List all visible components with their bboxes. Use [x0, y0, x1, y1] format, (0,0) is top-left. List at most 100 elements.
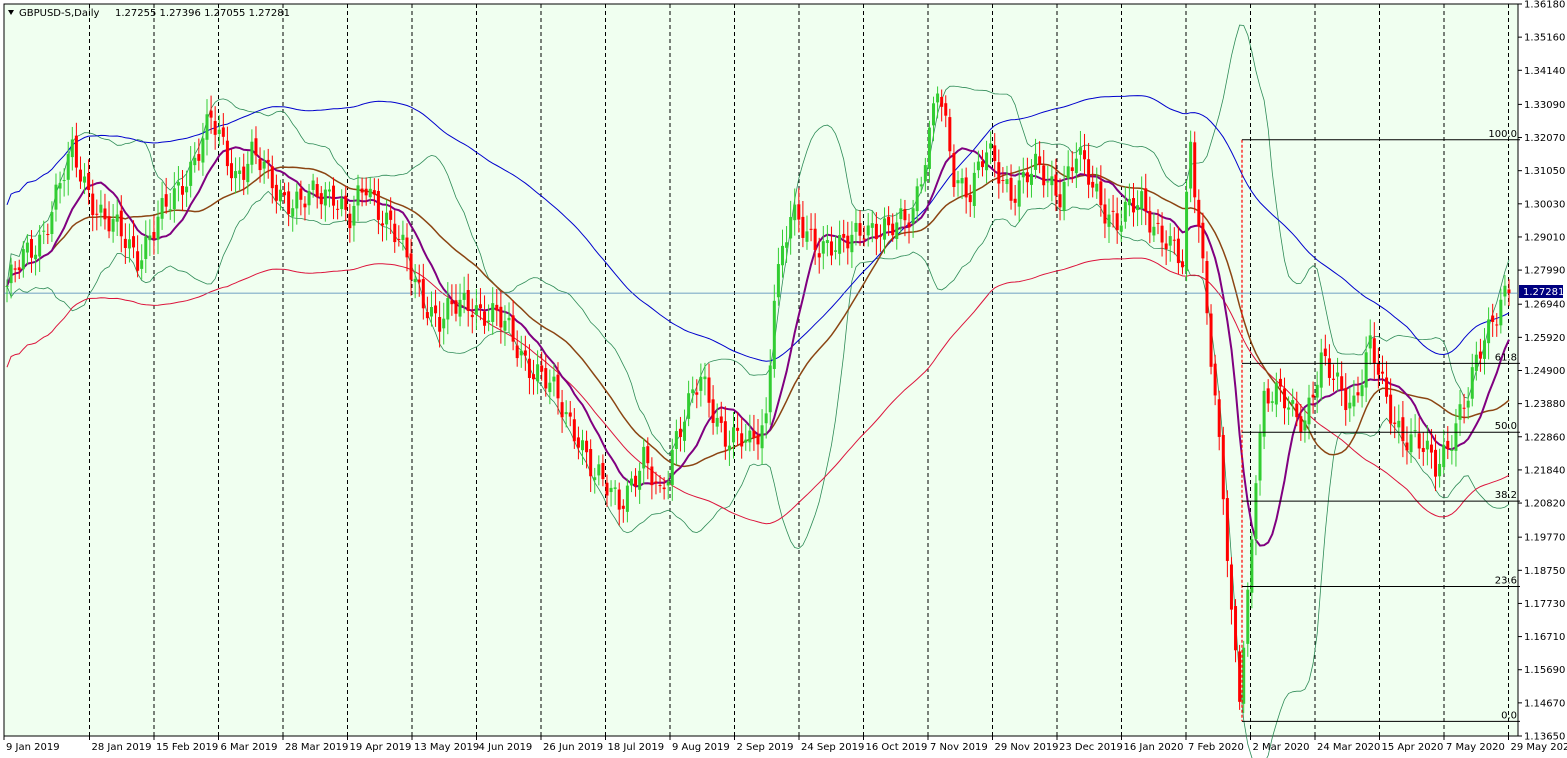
candle-body: [948, 117, 952, 152]
candle-body: [360, 188, 364, 193]
x-tick-label: 28 Mar 2019: [285, 742, 348, 753]
x-tick-label: 15 Apr 2020: [1382, 742, 1444, 753]
candle-body: [666, 481, 670, 486]
candle-body: [1217, 399, 1221, 437]
candle-body: [13, 268, 17, 270]
x-tick-label: 18 Jul 2019: [608, 742, 665, 753]
time-axis[interactable]: 9 Jan 2019 28 Jan 2019 15 Feb 2019 6 Mar 20…: [3, 736, 1567, 753]
candle-body: [123, 238, 127, 248]
candle-body: [478, 304, 482, 309]
candle-body: [1319, 352, 1323, 388]
candle-body: [1156, 222, 1160, 224]
candle-body: [1364, 352, 1368, 388]
candle-body: [797, 204, 801, 220]
candle-body: [976, 161, 980, 171]
candle-body: [1017, 180, 1021, 207]
candle-body: [1389, 394, 1393, 424]
candle-body: [548, 382, 552, 393]
candle-body: [576, 437, 580, 448]
candle-body: [1242, 647, 1246, 704]
candle-body: [740, 433, 744, 447]
ohlc-readout: 1.27255 1.27396 1.27055 1.27281: [115, 8, 290, 19]
candle-body: [429, 307, 433, 317]
candle-body: [540, 365, 544, 372]
candle-body: [1250, 539, 1254, 593]
current-price-tag: 1.27281: [1523, 287, 1564, 298]
fibo-level-label: 61.8: [1495, 352, 1517, 363]
candle-body: [1099, 181, 1103, 206]
candle-body: [1258, 432, 1262, 481]
candle-body: [1380, 371, 1384, 374]
candle-body: [119, 210, 123, 237]
candle-body: [589, 449, 593, 477]
candle-body: [1197, 199, 1201, 227]
candle-body: [1434, 449, 1438, 477]
candle-body: [780, 245, 784, 266]
candle-body: [776, 264, 780, 298]
candle-body: [1213, 363, 1217, 396]
candle-body: [866, 225, 870, 236]
y-tick-label: 1.24900: [1524, 366, 1565, 377]
x-tick-label: 7 Nov 2019: [930, 742, 988, 753]
candle-body: [434, 305, 438, 314]
candle-body: [1470, 367, 1474, 399]
candle-body: [519, 350, 523, 356]
candle-body: [1103, 204, 1107, 224]
candle-body: [156, 216, 160, 240]
candle-body: [1278, 378, 1282, 387]
candle-body: [1042, 165, 1046, 186]
y-tick-label: 1.16710: [1524, 632, 1565, 643]
candle-body: [29, 238, 33, 258]
candle-body: [870, 223, 874, 228]
candle-body: [450, 300, 454, 305]
price-axis[interactable]: 1.36180 1.35160 1.34140 1.33090 1.32070 1.310…: [1518, 0, 1565, 743]
candle-body: [968, 194, 972, 203]
candle-body: [283, 192, 287, 196]
candle-body: [1180, 261, 1184, 268]
candle-body: [744, 439, 748, 443]
candle-body: [1095, 183, 1099, 192]
candle-body: [483, 311, 487, 326]
candle-body: [1311, 394, 1315, 398]
candle-body: [1425, 440, 1429, 450]
fibo-level-label: 0.0: [1501, 710, 1517, 721]
candle-body: [585, 440, 589, 453]
candle-body: [136, 251, 140, 271]
price-chart[interactable]: 100.061.850.038.223.60.0 1.361801.351601…: [0, 0, 1567, 758]
candle-body: [201, 138, 205, 163]
candle-body: [164, 194, 168, 207]
candle-body: [1291, 400, 1295, 404]
x-tick-label: 24 Sep 2019: [801, 742, 864, 753]
candle-body: [234, 171, 238, 179]
y-tick-label: 1.33090: [1524, 100, 1565, 111]
candle-body: [38, 234, 42, 257]
chart-window[interactable]: 100.0 61.8 50.0 38.2 23.6 0.0 1.36180 1.35160 1…: [0, 0, 1567, 758]
candle-body: [25, 242, 29, 253]
candle-body: [936, 93, 940, 103]
fibo-level-label: 38.2: [1495, 490, 1517, 501]
candle-body: [291, 208, 295, 217]
candle-body: [364, 188, 368, 196]
candle-body: [560, 402, 564, 418]
candle-body: [466, 290, 470, 311]
candle-body: [1385, 377, 1389, 397]
candle-body: [1487, 319, 1491, 344]
candle-body: [197, 154, 201, 161]
candle-body: [805, 231, 809, 242]
candle-body: [58, 183, 62, 189]
candle-body: [1368, 335, 1372, 349]
candle-body: [1327, 358, 1331, 378]
candle-body: [1254, 483, 1258, 539]
candle-body: [1262, 390, 1266, 437]
candle-body: [295, 191, 299, 209]
candle-body: [499, 306, 503, 328]
candle-body: [62, 180, 66, 182]
candle-body: [625, 485, 629, 512]
candle-body: [732, 427, 736, 443]
candle-body: [99, 204, 103, 213]
candle-body: [1054, 174, 1058, 196]
candle-body: [42, 230, 46, 232]
candle-body: [332, 185, 336, 206]
candle-body: [911, 208, 915, 224]
candle-body: [1283, 388, 1287, 409]
